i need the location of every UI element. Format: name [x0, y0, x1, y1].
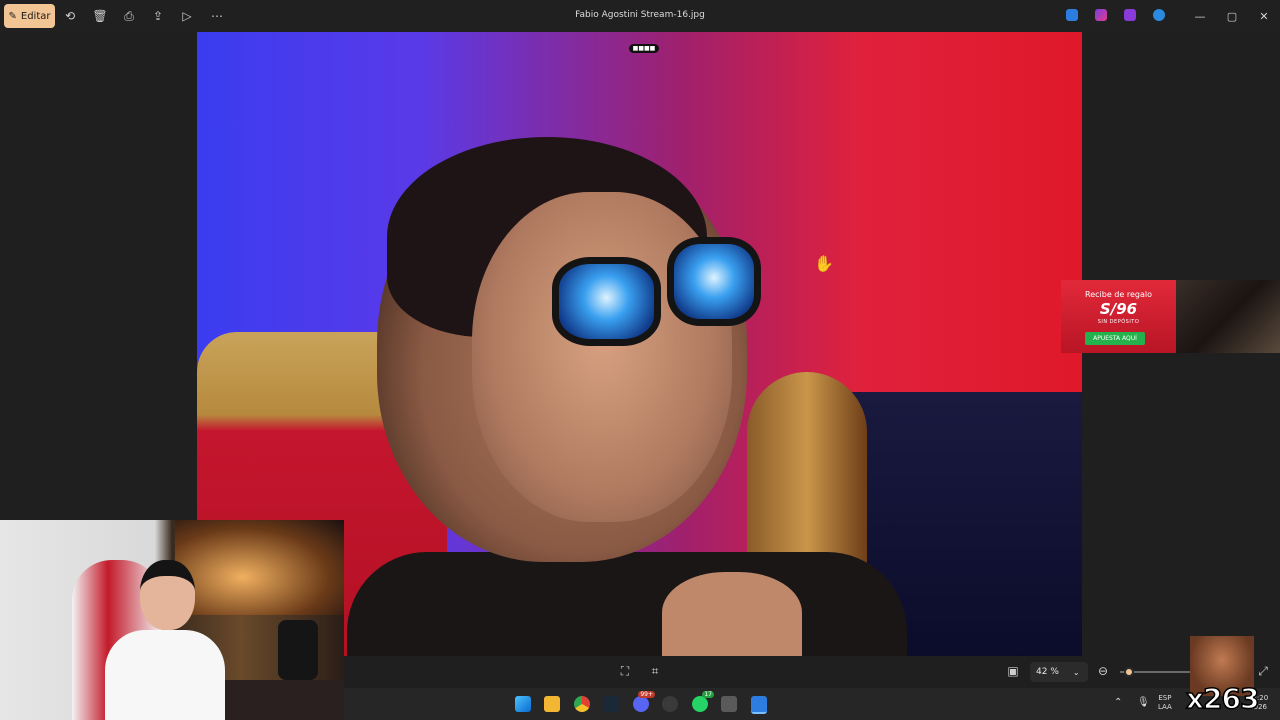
zoom-select[interactable]: 42 % ⌄: [1030, 662, 1088, 682]
expand-icon[interactable]: ⤢: [1256, 664, 1270, 678]
text-scan-icon[interactable]: ⌗: [648, 664, 662, 678]
chrome-icon[interactable]: [574, 696, 590, 712]
overlay-counter: x263: [1185, 681, 1260, 716]
designer-icon[interactable]: [1095, 9, 1107, 21]
photo-hand: [662, 572, 802, 656]
ad-image: [1176, 280, 1280, 353]
webcam-microphone: [278, 620, 318, 680]
language-line2: LAA: [1158, 703, 1172, 711]
photos-taskbar-icon[interactable]: [751, 696, 767, 714]
fit-window-icon[interactable]: ▣: [1006, 664, 1020, 678]
ad-amount: S/96: [1099, 300, 1138, 318]
scan-icon[interactable]: ⛶: [618, 664, 632, 678]
window-title: Fabio Agostini Stream-16.jpg: [575, 10, 705, 20]
photo-top-badge: ■■■■: [629, 44, 659, 53]
whatsapp-icon[interactable]: 17: [692, 691, 714, 712]
webcam-desk: [220, 680, 344, 720]
ad-text-panel: Recibe de regalo S/96 SIN DEPÓSITO APUES…: [1061, 280, 1176, 353]
steam-icon[interactable]: [603, 696, 619, 712]
zoom-slider-thumb[interactable]: [1124, 667, 1134, 677]
ad-line1: Recibe de regalo: [1085, 290, 1152, 299]
photo-sunglasses-right-lens: [667, 237, 761, 326]
webcam-person: [105, 560, 225, 720]
ad-banner[interactable]: Recibe de regalo S/96 SIN DEPÓSITO APUES…: [1061, 280, 1280, 353]
microphone-icon[interactable]: 🎙: [1137, 698, 1150, 708]
zoom-value: 42 %: [1036, 667, 1059, 677]
file-explorer-icon[interactable]: [544, 696, 560, 712]
photo-sunglasses-left-lens: [552, 257, 661, 346]
language-indicator[interactable]: ESP LAA: [1158, 694, 1172, 712]
calculator-icon[interactable]: [721, 696, 737, 712]
webcam-person-body: [105, 630, 225, 720]
photo-shirt: [347, 552, 907, 656]
app-icon-circle[interactable]: [662, 696, 678, 712]
clipchamp-icon[interactable]: [1124, 9, 1136, 21]
language-line1: ESP: [1158, 694, 1172, 702]
chevron-down-icon: ⌄: [1072, 667, 1080, 677]
discord-icon[interactable]: 99+: [633, 691, 655, 712]
ad-line3: SIN DEPÓSITO: [1097, 319, 1140, 325]
hand-cursor-icon: ✋: [814, 254, 834, 273]
close-button[interactable]: ✕: [1250, 6, 1278, 26]
tray-chevron-up-icon[interactable]: ⌃: [1114, 698, 1122, 708]
zoom-out-icon[interactable]: ⊖: [1096, 664, 1110, 678]
photos-app-icon[interactable]: [1066, 9, 1078, 21]
webcam-overlay: [0, 520, 344, 720]
start-icon[interactable]: [515, 696, 531, 712]
minimize-button[interactable]: —: [1186, 6, 1214, 26]
onedrive-icon[interactable]: [1153, 9, 1165, 21]
maximize-button[interactable]: ▢: [1218, 6, 1246, 26]
title-bar: ✎ Editar ⟲ 🗑 ⎙ ⇪ ▷ ⋯ Fabio Agostini Stre…: [0, 0, 1280, 32]
discord-badge: 99+: [638, 691, 655, 698]
webcam-person-head: [140, 560, 195, 630]
ad-cta-button[interactable]: APUESTA AQUÍ: [1085, 332, 1145, 345]
whatsapp-badge: 17: [702, 691, 714, 698]
